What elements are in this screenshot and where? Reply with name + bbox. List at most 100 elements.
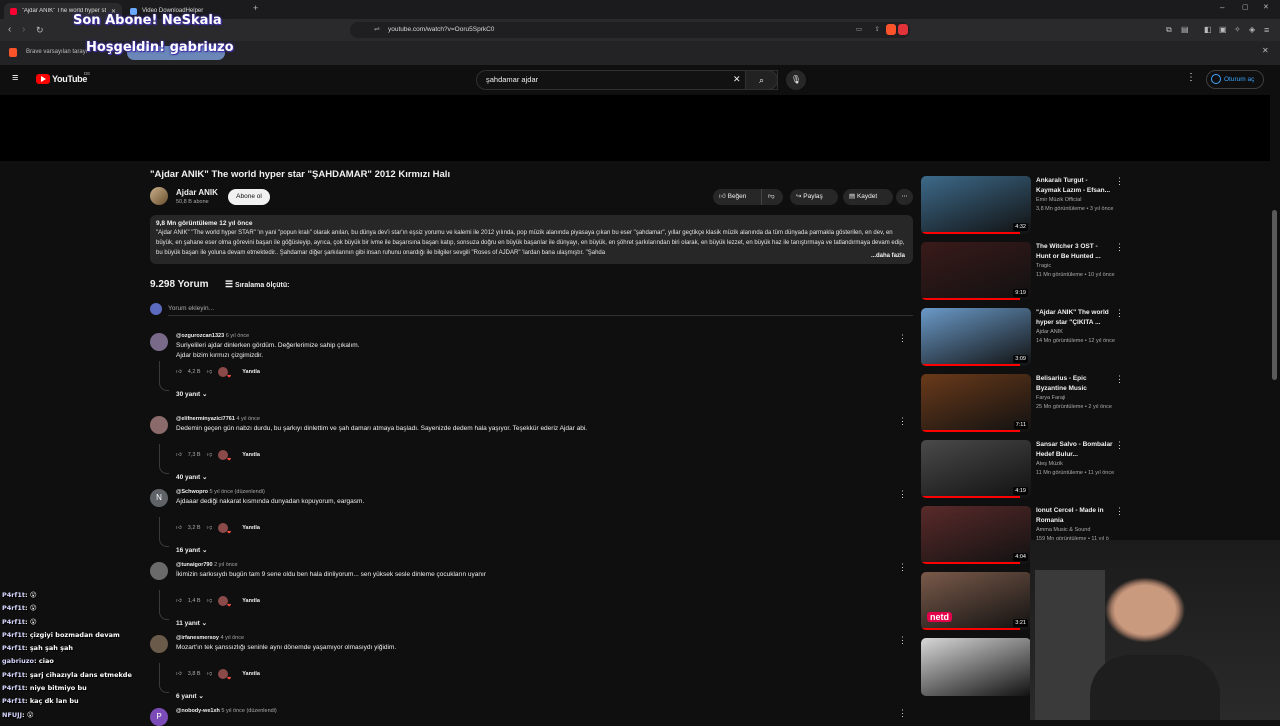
signin-button[interactable]: Oturum aç — [1206, 70, 1264, 89]
recommended-video[interactable]: 3:09 "Ajdar ANIK" The world hyper star "Ç… — [921, 308, 1141, 366]
comment-time[interactable]: 6 yıl önce — [226, 333, 250, 339]
back-icon[interactable]: ‹ — [8, 24, 11, 36]
comment-dislike-icon[interactable]: 👎︎ — [207, 525, 213, 531]
recommended-video[interactable]: 9:19 The Witcher 3 OST - Hunt or Be Hunte… — [921, 242, 1141, 300]
downloads-icon[interactable]: ▤ — [1181, 24, 1189, 36]
comment-time[interactable]: 2 yıl önce — [214, 562, 238, 568]
rec-channel[interactable]: Ajdar ANIK — [1036, 329, 1063, 335]
reload-icon[interactable]: ↻ — [36, 24, 44, 36]
comment-menu-icon[interactable]: ⋮ — [898, 562, 907, 573]
view-replies-button[interactable]: 6 yanıt ⌄ — [176, 692, 204, 700]
video-thumbnail[interactable]: 3:09 — [921, 308, 1031, 366]
rec-menu-icon[interactable]: ⋮ — [1115, 308, 1124, 319]
brave-shields-icon[interactable] — [886, 24, 896, 35]
video-thumbnail[interactable]: 3:21 netd — [921, 572, 1031, 630]
video-thumbnail[interactable]: 9:19 — [921, 242, 1031, 300]
comment-time[interactable]: 5 yıl önce (düzenlendi) — [209, 489, 264, 495]
comment-like-icon[interactable]: 👍︎ — [176, 598, 182, 604]
infobar-close-icon[interactable]: ✕ — [1262, 46, 1269, 55]
channel-name[interactable]: Ajdar ANIK — [176, 188, 218, 197]
reply-button[interactable]: Yanıtla — [242, 369, 260, 375]
rec-title[interactable]: Belisarius - Epic Byzantine Music — [1036, 374, 1114, 394]
comment-avatar[interactable]: N — [150, 489, 168, 507]
rec-title[interactable]: Ionut Cercel - Made in Romania — [1036, 506, 1114, 526]
rec-channel[interactable]: Tragic — [1036, 263, 1051, 269]
view-replies-button[interactable]: 30 yanıt ⌄ — [176, 390, 207, 398]
recommended-video[interactable]: 4:32 Ankaralı Turgut - Kaymak Lazım - Efs… — [921, 176, 1141, 234]
rec-title[interactable]: Sansar Salvo - Bombalar Hedef Bulur... — [1036, 440, 1114, 460]
comment-author[interactable]: @Schwopro — [176, 489, 208, 495]
view-replies-button[interactable]: 16 yanıt ⌄ — [176, 546, 207, 554]
reply-button[interactable]: Yanıtla — [242, 671, 260, 677]
comment-dislike-icon[interactable]: 👎︎ — [207, 598, 213, 604]
comment-menu-icon[interactable]: ⋮ — [898, 489, 907, 500]
close-window-icon[interactable]: ✕ — [1263, 3, 1269, 11]
comment-like-icon[interactable]: 👍︎ — [176, 671, 182, 677]
dislike-button[interactable]: 👎︎ — [761, 189, 783, 205]
clear-search-icon[interactable]: ✕ — [733, 74, 741, 85]
video-thumbnail[interactable]: 4:19 — [921, 440, 1031, 498]
page-scrollbar[interactable] — [1272, 210, 1277, 380]
channel-avatar[interactable] — [150, 187, 168, 205]
show-more-link[interactable]: ...daha fazla — [866, 253, 905, 259]
description-box[interactable]: 9,8 Mn görüntüleme 12 yıl önce "Ajdar AN… — [150, 215, 913, 264]
search-button[interactable]: ⌕ — [745, 70, 778, 90]
reading-list-icon[interactable]: ▣ — [1219, 24, 1227, 36]
comment-avatar[interactable]: P — [150, 708, 168, 726]
sort-button[interactable]: ☰ Sıralama ölçütü: — [225, 279, 290, 290]
rec-channel[interactable]: Farya Faraji — [1036, 395, 1065, 401]
reply-button[interactable]: Yanıtla — [242, 525, 260, 531]
add-comment-input[interactable]: Yorum ekleyin... — [168, 305, 913, 316]
comment-author[interactable]: @nobody-we1xh — [176, 708, 220, 714]
comment-time[interactable]: 4 yıl önce — [221, 635, 245, 641]
share-icon[interactable]: ⇪ — [875, 22, 880, 38]
comment-menu-icon[interactable]: ⋮ — [898, 416, 907, 427]
comment-author[interactable]: @ozgurozcan1323 — [176, 333, 224, 339]
menu-icon[interactable]: ≡ — [1264, 24, 1269, 36]
settings-kebab-icon[interactable]: ⋮ — [1186, 72, 1196, 83]
comment-avatar[interactable] — [150, 333, 168, 351]
rec-channel[interactable]: Ateş Müzik — [1036, 461, 1063, 467]
leo-icon[interactable]: ✧ — [1234, 24, 1241, 36]
rec-menu-icon[interactable]: ⋮ — [1115, 440, 1124, 451]
reply-button[interactable]: Yanıtla — [242, 452, 260, 458]
address-bar[interactable]: ⇌ youtube.com/watch?v=Ooru5SprkC0 ▭ ⇪ — [350, 22, 910, 38]
comment-author[interactable]: @irfanesmersoy — [176, 635, 219, 641]
share-button[interactable]: ↪ Paylaş — [790, 189, 838, 205]
comment-time[interactable]: 5 yıl önce (düzenlendi) — [221, 708, 276, 714]
rec-menu-icon[interactable]: ⋮ — [1115, 176, 1124, 187]
rec-menu-icon[interactable]: ⋮ — [1115, 374, 1124, 385]
voice-search-button[interactable]: 🎙 — [786, 70, 806, 90]
comment-menu-icon[interactable]: ⋮ — [898, 708, 907, 719]
comment-avatar[interactable] — [150, 416, 168, 434]
comment-avatar[interactable] — [150, 635, 168, 653]
rec-title[interactable]: Ankaralı Turgut - Kaymak Lazım - Efsan..… — [1036, 176, 1114, 196]
sidebar-icon[interactable]: ◧ — [1204, 24, 1212, 36]
view-replies-button[interactable]: 40 yanıt ⌄ — [176, 473, 207, 481]
comment-like-icon[interactable]: 👍︎ — [176, 452, 182, 458]
view-replies-button[interactable]: 11 yanıt ⌄ — [176, 619, 207, 627]
comment-dislike-icon[interactable]: 👎︎ — [207, 671, 213, 677]
extensions-icon[interactable]: ⧉ — [1166, 24, 1172, 36]
save-button[interactable]: ▤ Kaydet — [843, 189, 893, 205]
comment-like-icon[interactable]: 👍︎ — [176, 369, 182, 375]
rec-menu-icon[interactable]: ⋮ — [1115, 506, 1124, 517]
video-thumbnail[interactable]: 7:11 — [921, 374, 1031, 432]
comment-menu-icon[interactable]: ⋮ — [898, 635, 907, 646]
minimize-icon[interactable]: – — [1220, 3, 1224, 12]
comment-author[interactable]: @elifnerminyazici7761 — [176, 416, 235, 422]
rec-channel[interactable]: Amma Music & Sound — [1036, 527, 1090, 533]
cast-icon[interactable]: ▭ — [856, 22, 862, 38]
rec-menu-icon[interactable]: ⋮ — [1115, 242, 1124, 253]
site-info-icon[interactable]: ⇌ — [374, 22, 380, 38]
recommended-video[interactable]: 4:19 Sansar Salvo - Bombalar Hedef Bulur.… — [921, 440, 1141, 498]
recommended-video[interactable]: 7:11 Belisarius - Epic Byzantine Music Far… — [921, 374, 1141, 432]
vpn-icon[interactable]: ◈ — [1249, 24, 1255, 36]
subscribe-button[interactable]: Abone ol — [228, 189, 270, 205]
forward-icon[interactable]: › — [22, 24, 25, 36]
brave-rewards-icon[interactable] — [898, 24, 908, 35]
comment-menu-icon[interactable]: ⋮ — [898, 333, 907, 344]
maximize-icon[interactable]: ▢ — [1242, 3, 1249, 11]
youtube-logo-icon[interactable] — [36, 74, 50, 84]
rec-title[interactable]: "Ajdar ANIK" The world hyper star "ÇIKIT… — [1036, 308, 1114, 328]
